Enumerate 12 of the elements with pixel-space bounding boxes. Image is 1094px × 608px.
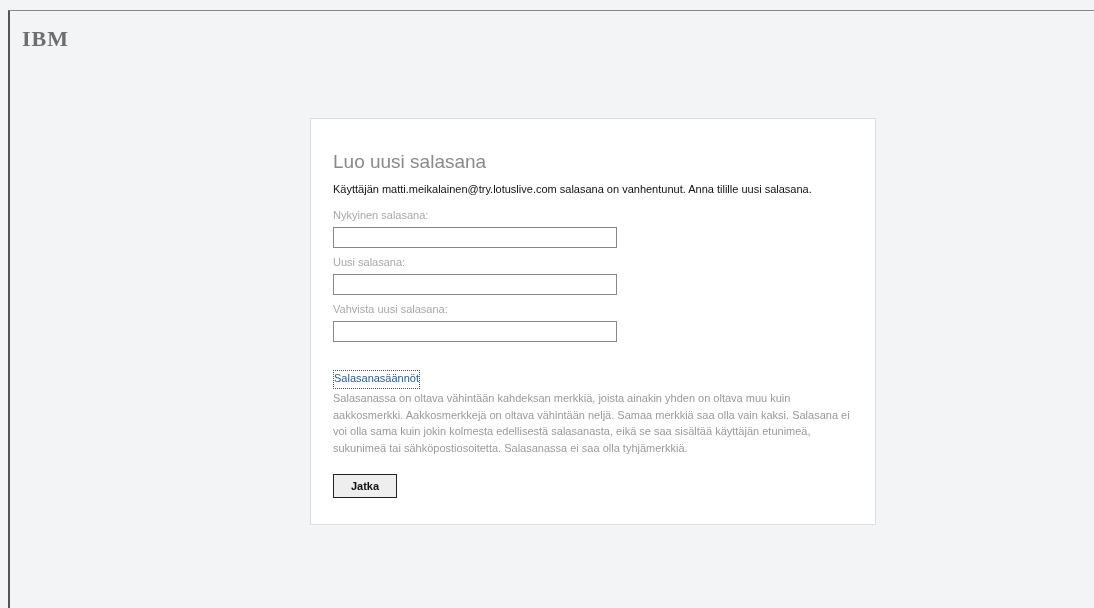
field-label: Uusi salasana: [333,256,406,268]
field-label: Vahvista uusi salasana: [333,303,448,315]
rules-text: Salasanassa on oltava vähintään kahdeksan merkkiä, joista ainakin yhden on oltava muu kuin aakkosmerkki. Aakkosmerkkejä on oltava vähintään neljä. Samaa merkkiä saa olla vain kaksi. Salasana ei voi olla sama kuin jokin kolmesta edellisestä salasanasta, eikä se saa sisältää käyttäjän etunimeä, sukunimeä tai sähköpostiosoitetta. Salasanassa ei saa olla tyhjämerkkiä. [333,391,851,456]
logo: IBM [22,26,69,52]
password-field[interactable] [333,274,617,295]
form-title: Luo uusi salasana [333,151,487,173]
field-label: Nykyinen salasana: [333,209,429,221]
message: Käyttäjän matti.meikalainen@try.lotuslive.com salasana on vanhentunut. Anna tilille uusi salasana. [333,183,812,195]
password-field[interactable] [333,321,617,342]
rules-link[interactable]: Salasanasäännöt [333,370,420,389]
password-field[interactable] [333,227,617,248]
continue-button[interactable]: Jatka [333,474,397,498]
